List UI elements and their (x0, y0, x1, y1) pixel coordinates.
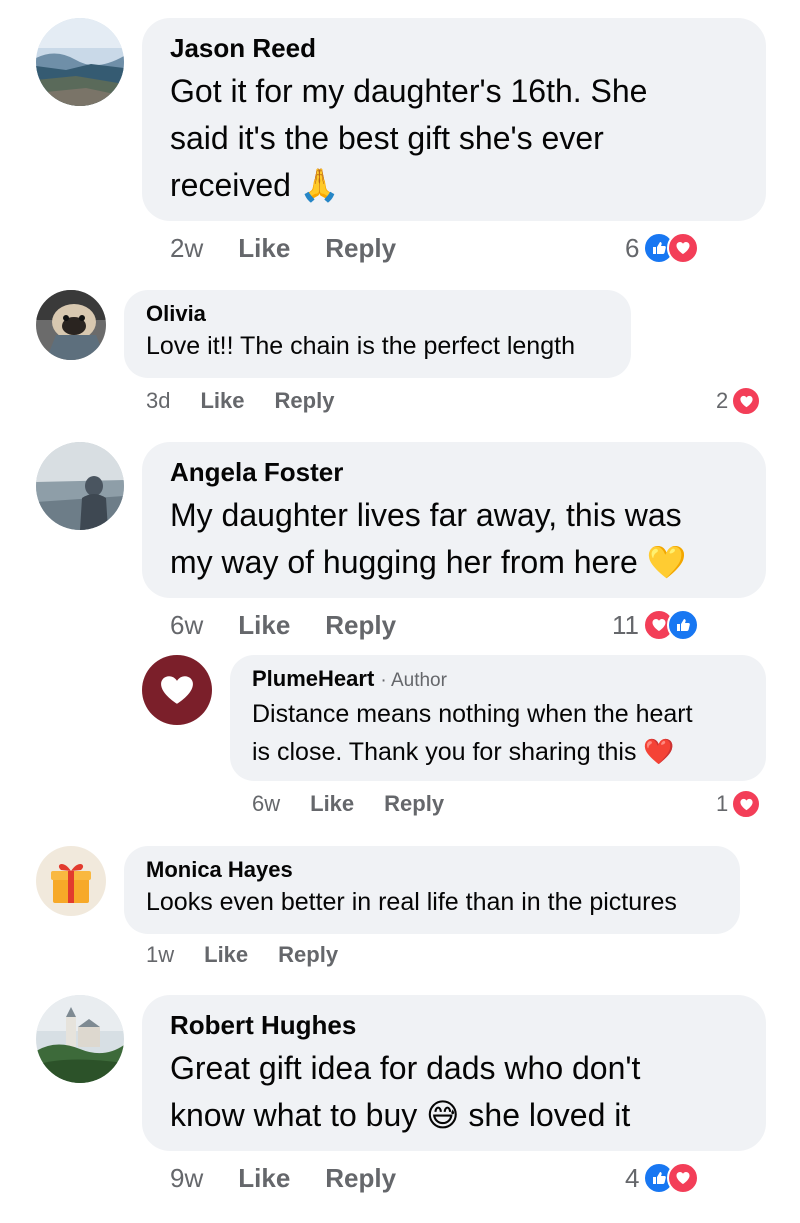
avatar-jason-reed[interactable] (36, 18, 124, 106)
reaction-count: 6 (625, 232, 640, 263)
like-button[interactable]: Like (238, 1163, 290, 1194)
reaction-summary[interactable]: 4 (625, 1162, 700, 1194)
comment-author-name[interactable]: Angela Foster (170, 457, 343, 488)
avatar-olivia[interactable] (36, 290, 106, 360)
reply-button[interactable]: Reply (384, 791, 444, 817)
comment-author-name[interactable]: Robert Hughes (170, 1010, 356, 1041)
comment-author-name[interactable]: Olivia (146, 301, 206, 327)
castle-photo-image (36, 995, 124, 1083)
like-button[interactable]: Like (200, 388, 244, 414)
reply-button[interactable]: Reply (278, 942, 338, 968)
reaction-summary[interactable]: 2 (716, 386, 762, 416)
comment-time[interactable]: 1w (146, 942, 174, 968)
heart-logo-icon (161, 676, 193, 704)
reply-text: Distance means nothing when the heart is… (252, 700, 693, 766)
reaction-count: 2 (716, 388, 729, 413)
reply-author-name[interactable]: PlumeHeart (252, 666, 374, 691)
reply-button[interactable]: Reply (325, 1163, 396, 1194)
reply-button[interactable]: Reply (325, 610, 396, 641)
heart-icon (731, 789, 762, 819)
comment-meta: 6w Like Reply (170, 607, 396, 643)
reaction-count: 1 (716, 791, 729, 816)
reaction-count: 4 (625, 1162, 640, 1193)
comment-bubble: Monica Hayes Looks even better in real l… (124, 846, 740, 934)
reaction-summary[interactable]: 1 (716, 789, 762, 819)
comment-meta: 2w Like Reply (170, 230, 396, 266)
reply-bubble: PlumeHeart · Author Distance means nothi… (230, 655, 766, 781)
avatar-angela-foster[interactable] (36, 442, 124, 530)
reply-time[interactable]: 6w (252, 791, 280, 817)
avatar-robert-hughes[interactable] (36, 995, 124, 1083)
like-button[interactable]: Like (238, 233, 290, 264)
reply-header: PlumeHeart · Author (252, 666, 447, 692)
comment-meta: 1w Like Reply (146, 940, 338, 970)
reaction-summary[interactable]: 6 (625, 232, 700, 264)
comment-text: Looks even better in real life than in t… (146, 888, 677, 916)
comment-author-name[interactable]: Jason Reed (170, 33, 316, 64)
author-badge: · Author (380, 670, 447, 691)
comment-time[interactable]: 3d (146, 388, 170, 414)
comment-author-name[interactable]: Monica Hayes (146, 857, 293, 883)
comment-text: Got it for my daughter's 16th. She said … (170, 73, 648, 203)
heart-icon (731, 386, 762, 416)
like-button[interactable]: Like (204, 942, 248, 968)
avatar-plumeheart[interactable] (142, 655, 212, 725)
comment-time[interactable]: 2w (170, 233, 203, 264)
comment-time[interactable]: 9w (170, 1163, 203, 1194)
comment-meta: 3d Like Reply (146, 386, 334, 416)
avatar-monica-hayes[interactable] (36, 846, 106, 916)
reply-meta: 6w Like Reply (252, 789, 444, 819)
comment-bubble: Olivia Love it!! The chain is the perfec… (124, 290, 631, 378)
like-icon (667, 609, 699, 641)
comment-meta: 9w Like Reply (170, 1160, 396, 1196)
comment-text: Great gift idea for dads who don't know … (170, 1050, 641, 1133)
comment-bubble: Jason Reed Got it for my daughter's 16th… (142, 18, 766, 221)
like-button[interactable]: Like (310, 791, 354, 817)
gift-box-icon (51, 863, 91, 903)
comment-bubble: Robert Hughes Great gift idea for dads w… (142, 995, 766, 1151)
comment-text: My daughter lives far away, this was my … (170, 497, 687, 580)
heart-icon (667, 1162, 700, 1194)
like-button[interactable]: Like (238, 610, 290, 641)
reaction-summary[interactable]: 11 (612, 609, 699, 641)
pug-photo-image (36, 290, 106, 360)
reply-button[interactable]: Reply (275, 388, 335, 414)
reaction-count: 11 (612, 609, 639, 640)
comment-time[interactable]: 6w (170, 610, 203, 641)
landscape-fjord-image (36, 18, 124, 106)
comment-bubble: Angela Foster My daughter lives far away… (142, 442, 766, 598)
misty-sea-photo-image (36, 442, 124, 530)
heart-icon (667, 232, 700, 264)
comment-text: Love it!! The chain is the perfect lengt… (146, 332, 575, 360)
reply-button[interactable]: Reply (325, 233, 396, 264)
